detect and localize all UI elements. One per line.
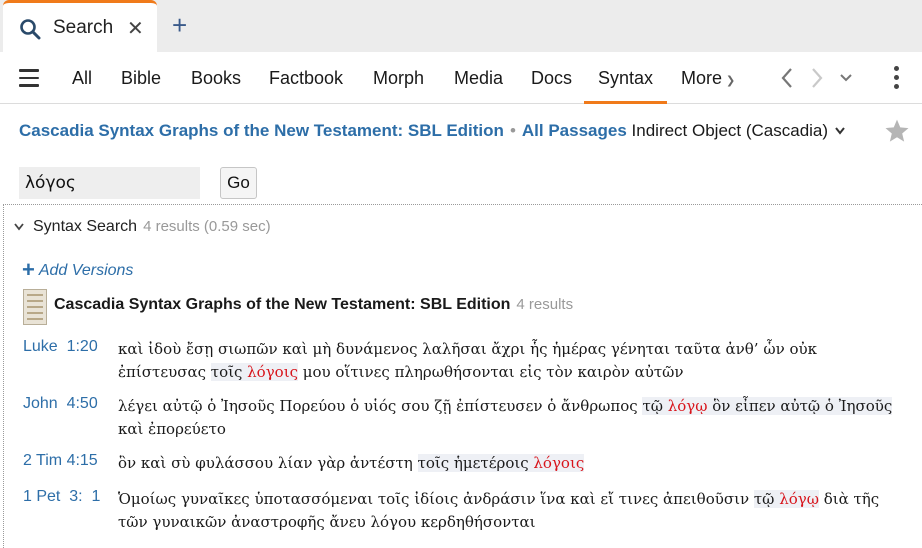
tab-label: Search (53, 17, 114, 38)
chevron-down-icon: ❯ (726, 75, 736, 87)
nav-item-all[interactable]: All (72, 52, 92, 104)
match-post: ὃν εἶπεν αὐτῷ ὁ Ἰησοῦς (707, 397, 893, 415)
search-hit: λόγῳ (667, 397, 708, 415)
nav-item-bible[interactable]: Bible (121, 52, 161, 104)
search-hit: λόγοις (247, 363, 298, 381)
add-versions-label: Add Versions (38, 262, 134, 279)
breadcrumb: Cascadia Syntax Graphs of the New Testam… (19, 121, 846, 145)
verse-text: καὶ ἰδοὺ ἔσῃ σιωπῶν καὶ μὴ δυνάμενος λαλ… (118, 338, 908, 384)
menu-icon[interactable] (19, 69, 39, 87)
match-highlight: τῷ λόγῳ ὃν εἶπεν αὐτῷ ὁ Ἰησοῦς (642, 397, 893, 415)
nav-item-syntax[interactable]: Syntax (584, 52, 667, 104)
match-pre: τῷ (642, 397, 668, 415)
breadcrumb-separator: • (509, 121, 516, 140)
verse-reference-link[interactable]: 2 Tim 4:15 (23, 452, 113, 470)
match-highlight: τοῖς ἡμετέροις λόγοις (417, 454, 585, 472)
tab-strip: Search ✕ + (0, 0, 922, 52)
book-title: Cascadia Syntax Graphs of the New Testam… (54, 296, 511, 313)
verse-reference-link[interactable]: Luke 1:20 (23, 338, 113, 356)
tab-search[interactable]: Search ✕ (3, 0, 157, 52)
add-versions-link[interactable]: + Add Versions (22, 257, 133, 283)
search-hit: λόγοις (533, 454, 585, 472)
match-pre: τῷ (753, 490, 780, 508)
nav-item-morph[interactable]: Morph (373, 52, 424, 104)
verse-text-before: Ὁμοίως γυναῖκες ὑποτασσόμεναι τοῖς ἰδίοι… (118, 490, 754, 508)
query-selector[interactable]: Indirect Object (Cascadia) (632, 121, 847, 140)
query-label: Indirect Object (Cascadia) (631, 121, 829, 140)
section-title: Syntax Search (33, 218, 138, 235)
go-button[interactable]: Go (220, 167, 257, 199)
match-highlight: τοῖς λόγοις (210, 363, 298, 381)
book-cover-icon (23, 289, 47, 325)
search-hit: λόγῳ (779, 490, 819, 508)
more-options-icon[interactable] (893, 66, 901, 90)
resource-link[interactable]: Cascadia Syntax Graphs of the New Testam… (19, 121, 504, 140)
chevron-left-icon[interactable] (780, 66, 794, 90)
nav-item-media[interactable]: Media (454, 52, 503, 104)
results-panel: Syntax Search 4 results (0.59 sec) + Add V… (3, 204, 922, 548)
nav-item-books[interactable]: Books (191, 52, 241, 104)
verse-reference-link[interactable]: John 4:50 (23, 395, 113, 413)
new-tab-button[interactable]: + (172, 12, 187, 38)
book-result-count: 4 results (516, 296, 574, 313)
verse-text-before: λέγει αὐτῷ ὁ Ἰησοῦς Πορεύου ὁ υἱός σου ζ… (118, 397, 643, 415)
search-type-nav: All Bible Books Factbook Morph Media Doc… (0, 52, 922, 104)
verse-text-before: ὃν καὶ σὺ φυλάσσου λίαν γὰρ ἀντέστη (118, 454, 418, 472)
chevron-right-icon[interactable] (810, 66, 824, 90)
close-icon[interactable]: ✕ (127, 16, 144, 41)
search-input[interactable] (19, 167, 200, 199)
match-pre: τοῖς ἡμετέροις (417, 454, 534, 472)
verse-text: λέγει αὐτῷ ὁ Ἰησοῦς Πορεύου ὁ υἱός σου ζ… (118, 395, 908, 441)
chevron-down-icon (835, 127, 845, 135)
more-label: More (681, 68, 723, 88)
verse-reference-link[interactable]: 1 Pet 3: 1 (23, 488, 113, 506)
favorite-star-icon[interactable] (884, 118, 910, 144)
verse-text-after: καὶ ἐπορεύετο (118, 420, 226, 438)
verse-text: Ὁμοίως γυναῖκες ὑποτασσόμεναι τοῖς ἰδίοι… (118, 488, 908, 534)
verse-text-after: μου οἵτινες πληρωθήσονται εἰς τὸν καιρὸν… (297, 363, 684, 381)
range-link[interactable]: All Passages (522, 121, 627, 140)
verse-text: ὃν καὶ σὺ φυλάσσου λίαν γὰρ ἀντέστη τοῖς… (118, 452, 908, 475)
plus-icon: + (22, 257, 35, 282)
match-pre: τοῖς (210, 363, 248, 381)
search-icon (20, 19, 41, 40)
match-highlight: τῷ λόγῳ (753, 490, 819, 508)
nav-item-factbook[interactable]: Factbook (269, 52, 343, 104)
collapse-chevron-icon[interactable] (13, 222, 25, 232)
nav-more-menu[interactable]: More ❯ (681, 52, 735, 104)
section-meta: 4 results (0.59 sec) (143, 218, 271, 235)
chevron-down-icon[interactable] (839, 72, 853, 84)
book-header: Cascadia Syntax Graphs of the New Testam… (54, 296, 573, 314)
nav-item-docs[interactable]: Docs (531, 52, 572, 104)
section-header: Syntax Search 4 results (0.59 sec) (33, 218, 271, 236)
